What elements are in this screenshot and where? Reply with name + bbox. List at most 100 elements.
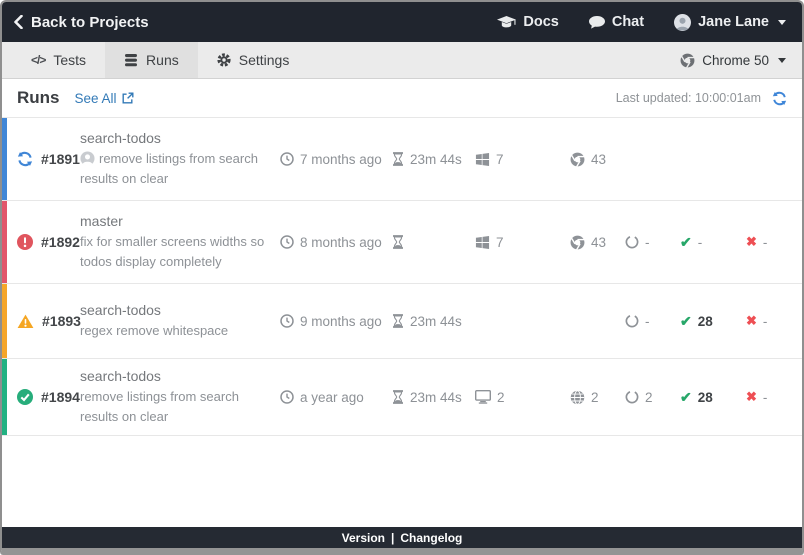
browser-selector[interactable]: Chrome 50	[680, 53, 786, 68]
check-icon: ✔	[680, 313, 692, 330]
passed-cell: ✔ 28	[680, 313, 746, 330]
browser-count: 43	[591, 235, 606, 250]
os-count: 7	[496, 152, 504, 167]
chrome-icon	[570, 235, 585, 250]
tab-settings-label: Settings	[239, 52, 290, 68]
pending-count: -	[645, 235, 650, 250]
commit-message: remove listings from search results on c…	[80, 387, 270, 426]
pending-count: -	[645, 314, 650, 329]
tab-settings[interactable]: Settings	[198, 42, 309, 78]
branch-name: search-todos	[80, 130, 270, 146]
x-icon: ✖	[746, 313, 757, 329]
time-ago-cell: 7 months ago	[280, 152, 392, 167]
commit-message: fix for smaller screens widths so todos …	[80, 232, 270, 271]
os-cell: 7	[475, 235, 570, 250]
docs-label: Docs	[523, 14, 558, 30]
user-name-label: Jane Lane	[698, 14, 769, 30]
globe-icon	[570, 390, 585, 405]
docs-link[interactable]: Docs	[497, 14, 558, 30]
running-icon	[17, 151, 33, 167]
browser-cell: 43	[570, 152, 625, 167]
chrome-icon	[680, 53, 695, 68]
pending-circle-icon	[625, 390, 639, 404]
x-icon: ✖	[746, 389, 757, 405]
run-number: #1891	[41, 151, 80, 167]
see-all-link[interactable]: See All	[75, 91, 134, 106]
run-number: #1892	[41, 234, 80, 250]
os-cell: 2	[475, 390, 570, 405]
app-window: Back to Projects Docs	[0, 0, 804, 555]
last-updated-label: Last updated: 10:00:01am	[616, 91, 761, 105]
tab-runs-label: Runs	[146, 52, 179, 68]
run-status-cell: #1893	[7, 313, 80, 329]
hourglass-icon	[392, 235, 404, 249]
pending-circle-icon	[625, 235, 639, 249]
browser-cell: 43	[570, 235, 625, 250]
os-count: 7	[496, 235, 504, 250]
duration-cell: 23m 44s	[392, 152, 475, 167]
committer-avatar-icon	[80, 151, 95, 166]
refresh-icon[interactable]	[772, 91, 787, 106]
pending-cell: -	[625, 314, 680, 329]
failed-count: -	[763, 314, 768, 329]
hourglass-icon	[392, 390, 404, 404]
clock-icon	[280, 314, 294, 328]
commit-message-text: remove listings from search results on c…	[80, 151, 258, 186]
chat-link[interactable]: Chat	[589, 14, 644, 30]
run-status-cell: #1891	[7, 151, 80, 167]
run-number: #1893	[42, 313, 81, 329]
top-navbar: Back to Projects Docs	[2, 2, 802, 42]
changelog-link[interactable]: Changelog	[400, 531, 462, 545]
desktop-icon	[475, 390, 491, 404]
windows-icon	[475, 152, 490, 167]
hourglass-icon	[392, 152, 404, 166]
see-all-label: See All	[75, 91, 117, 106]
page-title: Runs	[17, 88, 60, 108]
user-avatar-icon	[674, 14, 691, 31]
passed-cell: ✔ -	[680, 234, 746, 251]
chevron-left-icon	[14, 15, 23, 29]
tab-tests[interactable]: </> Tests	[12, 42, 105, 78]
status-stripe	[2, 118, 7, 200]
duration-label: 23m 44s	[410, 152, 462, 167]
user-menu[interactable]: Jane Lane	[674, 14, 786, 31]
run-status-cell: #1892	[7, 234, 80, 250]
tab-runs[interactable]: Runs	[105, 42, 198, 78]
stack-icon	[124, 54, 138, 67]
run-row-1891[interactable]: #1891 search-todos remove listings from …	[2, 118, 802, 201]
version-link[interactable]: Version	[342, 531, 385, 545]
gear-icon	[217, 53, 231, 67]
back-to-projects-link[interactable]: Back to Projects	[14, 14, 149, 31]
chrome-icon	[570, 152, 585, 167]
graduation-cap-icon	[497, 16, 516, 29]
browser-cell: 2	[570, 390, 625, 405]
caret-down-icon	[778, 20, 786, 25]
time-ago-label: 7 months ago	[300, 152, 382, 167]
runs-header: Runs See All Last updated: 10:00:01am	[2, 79, 802, 117]
duration-cell: 23m 44s	[392, 314, 475, 329]
time-ago-label: 9 months ago	[300, 314, 382, 329]
passed-count: -	[698, 235, 703, 250]
external-link-icon	[122, 92, 134, 104]
code-icon: </>	[31, 53, 45, 67]
clock-icon	[280, 152, 294, 166]
navbar-right: Docs Chat	[497, 14, 786, 31]
run-number: #1894	[41, 389, 80, 405]
commit-cell: search-todos regex remove whitespace	[80, 302, 280, 341]
check-icon: ✔	[680, 234, 692, 251]
time-ago-cell: 9 months ago	[280, 314, 392, 329]
content-spacer	[2, 436, 802, 527]
run-row-1892[interactable]: #1892 master fix for smaller screens wid…	[2, 201, 802, 284]
time-ago-cell: a year ago	[280, 390, 392, 405]
duration-label: 23m 44s	[410, 390, 462, 405]
status-stripe	[2, 284, 7, 358]
run-row-1894[interactable]: #1894 search-todos remove listings from …	[2, 359, 802, 436]
pending-cell: -	[625, 235, 680, 250]
time-ago-cell: 8 months ago	[280, 235, 392, 250]
failed-count: -	[763, 235, 768, 250]
run-status-cell: #1894	[7, 389, 80, 405]
commit-cell: master fix for smaller screens widths so…	[80, 213, 280, 271]
pending-cell: 2	[625, 390, 680, 405]
footer-bar: Version | Changelog	[2, 527, 802, 548]
run-row-1893[interactable]: #1893 search-todos regex remove whitespa…	[2, 284, 802, 359]
